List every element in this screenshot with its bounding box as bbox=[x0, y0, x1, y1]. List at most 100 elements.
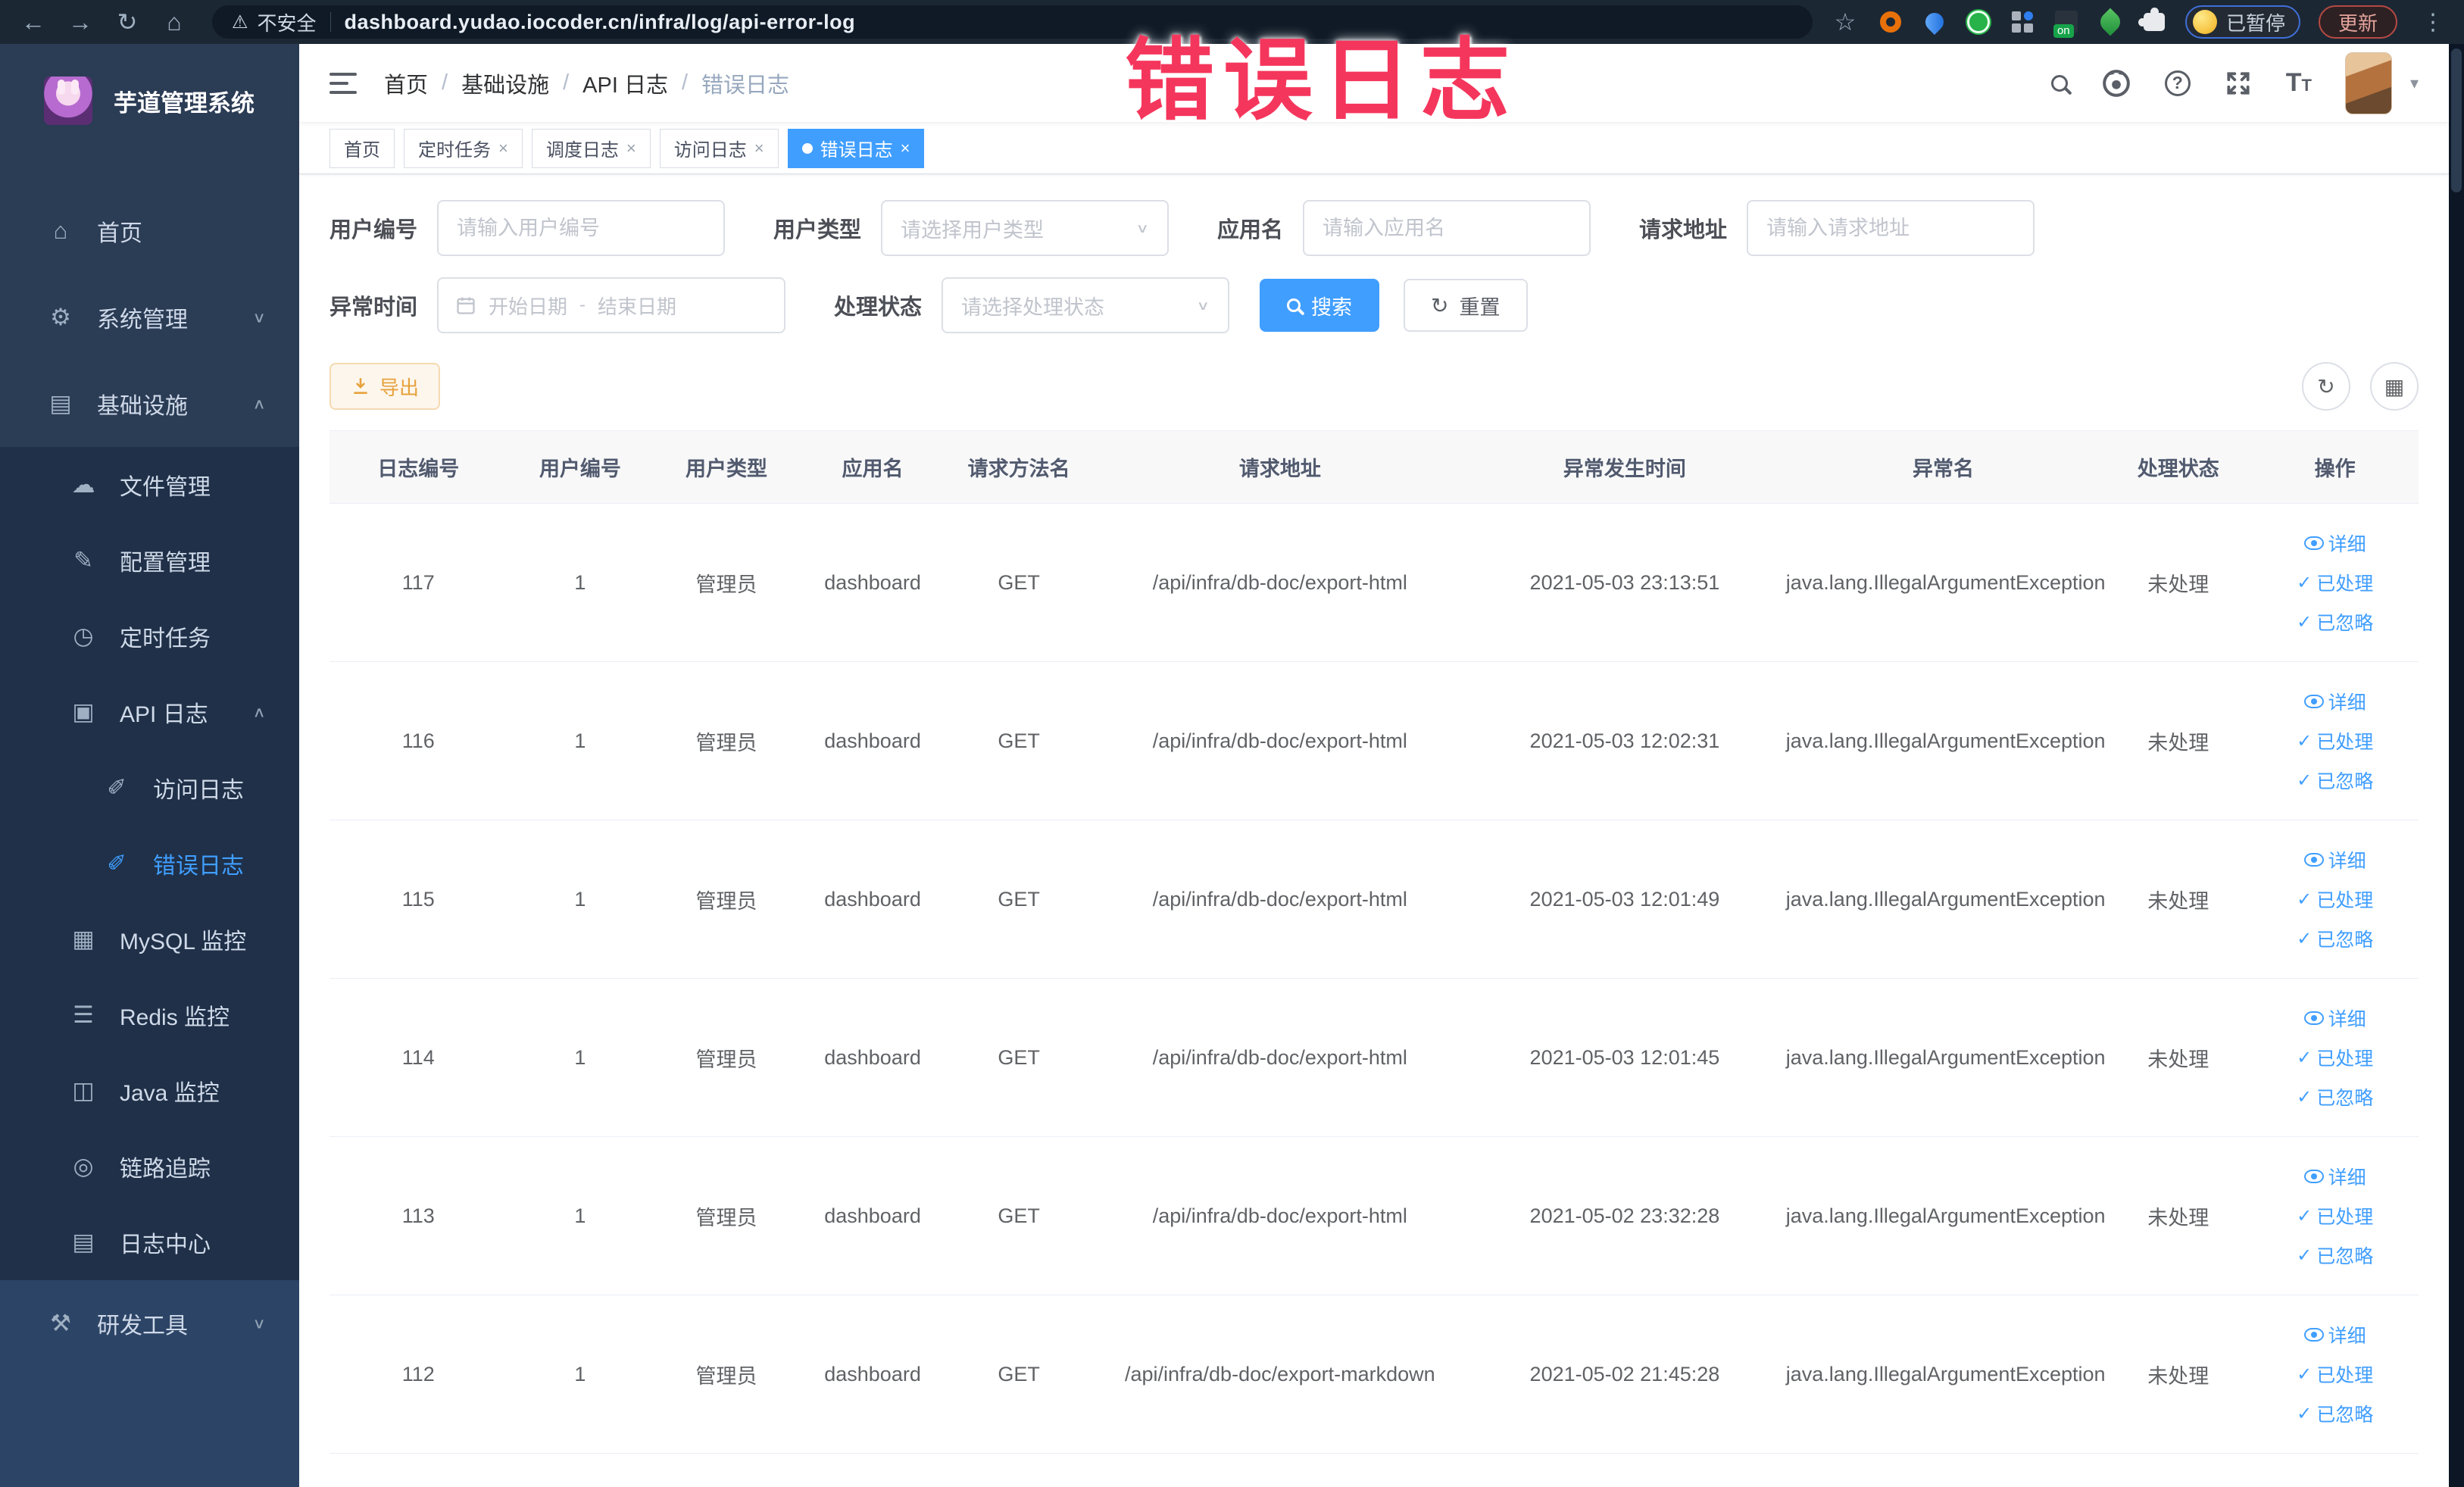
action-label: 已忽略 bbox=[2316, 613, 2374, 634]
grid-extension-icon[interactable] bbox=[2010, 9, 2035, 35]
browser-update-button[interactable]: 更新 bbox=[2318, 5, 2397, 39]
processed-link[interactable]: ✓ 已处理 bbox=[2297, 1202, 2373, 1229]
processed-link[interactable]: ✓ 已处理 bbox=[2297, 727, 2373, 754]
cell-time: 2021-05-03 12:01:49 bbox=[1468, 820, 1782, 979]
tab-3[interactable]: 访问日志 × bbox=[659, 128, 779, 168]
user-avatar[interactable] bbox=[2344, 52, 2392, 114]
sidebar-item-1[interactable]: ⚙ 系统管理 ∨ bbox=[0, 274, 299, 361]
close-tab-icon[interactable]: × bbox=[901, 139, 910, 158]
request-url-input[interactable] bbox=[1747, 200, 2035, 256]
close-tab-icon[interactable]: × bbox=[498, 139, 508, 158]
column-header-6: 异常发生时间 bbox=[1468, 430, 1782, 504]
app-name-input[interactable] bbox=[1303, 200, 1591, 256]
sidebar-item-4[interactable]: ✎ 配置管理 bbox=[0, 523, 299, 598]
tab-2[interactable]: 调度日志 × bbox=[531, 128, 651, 168]
check-icon: ✓ bbox=[2297, 889, 2313, 910]
ignored-link[interactable]: ✓ 已忽略 bbox=[2297, 1400, 2373, 1427]
reset-button[interactable]: ↻ 重置 bbox=[1404, 279, 1528, 332]
ignored-link[interactable]: ✓ 已忽略 bbox=[2297, 1242, 2373, 1269]
ignored-link[interactable]: ✓ 已忽略 bbox=[2297, 608, 2373, 636]
sidebar-item-14[interactable]: ⚒ 研发工具 ∨ bbox=[0, 1280, 299, 1367]
annotation-overlay-title: 错误日志 bbox=[1125, 31, 1519, 131]
leaf-extension-icon[interactable] bbox=[2096, 8, 2125, 36]
sidebar-item-12[interactable]: ◎ 链路追踪 bbox=[0, 1129, 299, 1204]
bookmark-star-icon[interactable]: ☆ bbox=[1831, 8, 1860, 36]
breadcrumb-home[interactable]: 首页 bbox=[384, 67, 428, 99]
browser-reload-icon[interactable]: ↻ bbox=[108, 8, 147, 36]
breadcrumb-infrastructure[interactable]: 基础设施 bbox=[461, 67, 549, 99]
sidebar-item-3[interactable]: ☁ 文件管理 bbox=[0, 447, 299, 523]
font-size-icon[interactable]: TT bbox=[2286, 68, 2312, 98]
detail-link[interactable]: 详细 bbox=[2303, 846, 2366, 873]
blue-drop-extension-icon[interactable] bbox=[1921, 9, 1947, 35]
avatar-caret-icon[interactable]: ▾ bbox=[2410, 73, 2419, 93]
processed-link[interactable]: ✓ 已处理 bbox=[2297, 1044, 2373, 1071]
sidebar-item-11[interactable]: ◫ Java 监控 bbox=[0, 1053, 299, 1129]
sidebar-item-label: MySQL 监控 bbox=[120, 929, 247, 954]
breadcrumb-separator: / bbox=[442, 70, 448, 95]
orange-extension-icon[interactable] bbox=[1878, 9, 1903, 35]
column-settings-button[interactable]: ▦ bbox=[2370, 362, 2419, 411]
browser-back-icon[interactable]: ← bbox=[14, 8, 53, 36]
tab-4[interactable]: 错误日志 × bbox=[787, 128, 925, 168]
detail-link[interactable]: 详细 bbox=[2303, 1004, 2366, 1032]
sidebar-item-6[interactable]: ▣ API 日志 ∧ bbox=[0, 674, 299, 750]
table-row: 113 1 管理员 dashboard GET/api/infra/db-doc/exp… bbox=[329, 1136, 2419, 1295]
exception-time-range-picker[interactable]: 开始日期 - 结束日期 bbox=[437, 277, 786, 333]
process-status-select[interactable]: 请选择处理状态 ∨ bbox=[942, 277, 1230, 333]
check-icon: ✓ bbox=[2297, 1364, 2313, 1385]
column-header-9: 操作 bbox=[2251, 430, 2419, 504]
tab-1[interactable]: 定时任务 × bbox=[404, 128, 523, 168]
search-button[interactable]: 搜索 bbox=[1260, 279, 1380, 332]
ignored-link[interactable]: ✓ 已忽略 bbox=[2297, 1083, 2373, 1111]
api-log-icon: ▣ bbox=[72, 698, 95, 725]
search-icon[interactable] bbox=[2050, 74, 2068, 92]
sidebar-item-2[interactable]: ▤ 基础设施 ∧ bbox=[0, 361, 299, 447]
sidebar-item-13[interactable]: ▤ 日志中心 bbox=[0, 1204, 299, 1280]
cell-id: 113 bbox=[329, 1136, 507, 1295]
cell-user_type: 管理员 bbox=[653, 820, 800, 979]
user-type-select[interactable]: 请选择用户类型 ∨ bbox=[881, 200, 1170, 256]
check-icon: ✓ bbox=[2297, 1086, 2313, 1107]
processed-link[interactable]: ✓ 已处理 bbox=[2297, 569, 2373, 596]
puzzle-extension-icon[interactable] bbox=[2138, 8, 2167, 35]
sidebar-item-7[interactable]: ✐ 访问日志 bbox=[0, 750, 299, 826]
tab-0[interactable]: 首页 bbox=[329, 128, 395, 168]
profile-paused-badge[interactable]: 已暂停 bbox=[2184, 5, 2300, 39]
sidebar-item-9[interactable]: ▦ MySQL 监控 bbox=[0, 901, 299, 977]
detail-link[interactable]: 详细 bbox=[2303, 1321, 2366, 1348]
sidebar-item-10[interactable]: ☰ Redis 监控 bbox=[0, 977, 299, 1053]
app-logo-row[interactable]: 芋道管理系统 bbox=[0, 44, 299, 158]
export-button[interactable]: 导出 bbox=[329, 363, 441, 410]
processed-link[interactable]: ✓ 已处理 bbox=[2297, 1360, 2373, 1388]
sidebar-item-0[interactable]: ⌂ 首页 bbox=[0, 188, 299, 274]
sidebar-item-8[interactable]: ✐ 错误日志 bbox=[0, 826, 299, 901]
refresh-table-button[interactable]: ↻ bbox=[2302, 362, 2350, 411]
scrollbar-thumb[interactable] bbox=[2451, 48, 2462, 192]
browser-menu-icon[interactable]: ⋮ bbox=[2416, 9, 2450, 36]
close-tab-icon[interactable]: × bbox=[754, 139, 764, 158]
cell-user_type: 管理员 bbox=[653, 503, 800, 662]
detail-link[interactable]: 详细 bbox=[2303, 688, 2366, 715]
column-header-0: 日志编号 bbox=[329, 430, 507, 504]
github-icon[interactable] bbox=[2101, 68, 2131, 98]
browser-scrollbar[interactable] bbox=[2449, 44, 2464, 1487]
browser-home-icon[interactable]: ⌂ bbox=[155, 8, 194, 36]
dark-on-extension-icon[interactable]: on bbox=[2053, 9, 2079, 38]
detail-link[interactable]: 详细 bbox=[2303, 1163, 2366, 1190]
address-bar[interactable]: ⚠ 不安全 dashboard.yudao.iocoder.cn/infra/l… bbox=[212, 5, 1813, 39]
sidebar-item-5[interactable]: ◷ 定时任务 bbox=[0, 598, 299, 674]
processed-link[interactable]: ✓ 已处理 bbox=[2297, 886, 2373, 913]
hamburger-icon[interactable] bbox=[329, 72, 357, 94]
fullscreen-icon[interactable] bbox=[2224, 69, 2253, 98]
user-id-input[interactable] bbox=[437, 200, 726, 256]
ignored-link[interactable]: ✓ 已忽略 bbox=[2297, 925, 2373, 952]
help-icon[interactable]: ? bbox=[2164, 70, 2191, 96]
breadcrumb-api-log[interactable]: API 日志 bbox=[582, 67, 668, 99]
detail-link[interactable]: 详细 bbox=[2303, 530, 2366, 557]
close-tab-icon[interactable]: × bbox=[626, 139, 636, 158]
sidebar-item-label: 基础设施 bbox=[97, 394, 188, 419]
ignored-link[interactable]: ✓ 已忽略 bbox=[2297, 767, 2373, 794]
browser-forward-icon[interactable]: → bbox=[61, 8, 100, 36]
green-circle-extension-icon[interactable] bbox=[1966, 9, 1991, 35]
